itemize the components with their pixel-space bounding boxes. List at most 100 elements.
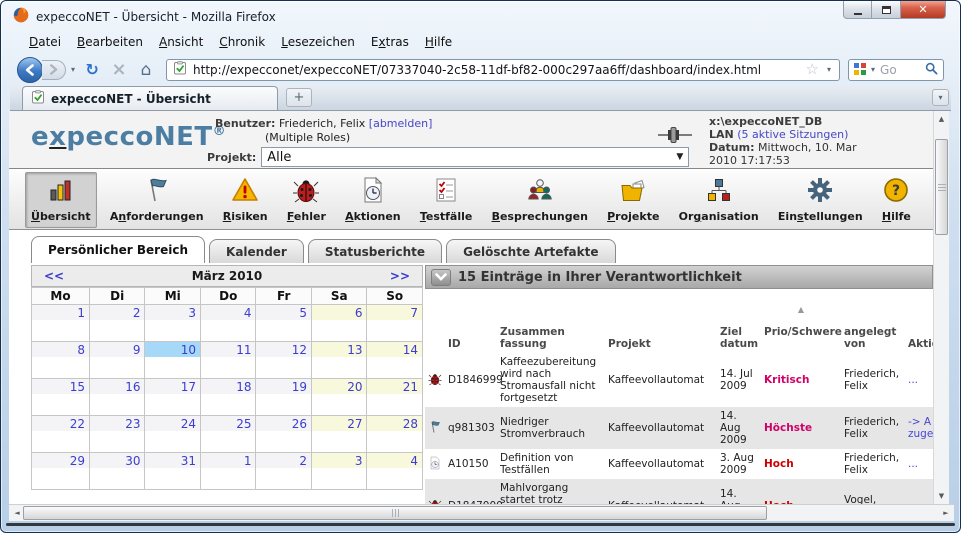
scroll-up-icon[interactable]: ▲ xyxy=(934,111,949,127)
column-due-date[interactable]: Ziel datum xyxy=(717,291,761,353)
calendar-day-cell[interactable]: 17 xyxy=(145,379,201,416)
vertical-scroll-thumb[interactable] xyxy=(935,139,948,235)
calendar-day-cell[interactable]: 28 xyxy=(367,416,423,453)
calendar-day-cell[interactable]: 22 xyxy=(32,416,90,453)
calendar-day-cell[interactable]: 8 xyxy=(32,342,90,379)
calendar-day-cell[interactable]: 14 xyxy=(367,342,423,379)
menu-chronik[interactable]: Chronik xyxy=(211,32,273,52)
calendar-day-cell[interactable]: 24 xyxy=(145,416,201,453)
maximize-button[interactable] xyxy=(872,1,900,19)
calendar-day-cell[interactable]: 11 xyxy=(200,342,256,379)
toolbar-aktionen[interactable]: Aktionen xyxy=(339,172,407,228)
home-icon[interactable]: ⌂ xyxy=(134,58,158,82)
reload-icon[interactable]: ↻ xyxy=(80,58,104,82)
entry-row[interactable]: D1846999Kaffeezubereitung wird nach Stro… xyxy=(425,353,933,407)
entry-row[interactable]: D1847000Mahlvorgang startet trotz versto… xyxy=(425,479,933,504)
calendar-day-cell[interactable]: 30 xyxy=(89,453,145,490)
horizontal-scroll-thumb[interactable] xyxy=(23,506,767,520)
calendar-day-cell[interactable]: 16 xyxy=(89,379,145,416)
column-created-by[interactable]: angelegt von xyxy=(841,291,905,353)
magnifier-icon[interactable] xyxy=(925,60,938,79)
entry-action-link[interactable]: -> A zuge xyxy=(905,407,933,449)
calendar-day-cell[interactable]: 25 xyxy=(200,416,256,453)
logout-link[interactable]: [abmelden] xyxy=(369,117,433,130)
calendar-day-cell[interactable]: 9 xyxy=(89,342,145,379)
toolbar-fehler[interactable]: Fehler xyxy=(281,172,332,228)
tab-geloeschte-artefakte[interactable]: Gelöschte Artefakte xyxy=(446,239,615,263)
calendar-day-cell[interactable]: 13 xyxy=(311,342,367,379)
menu-bearbeiten[interactable]: Bearbeiten xyxy=(69,32,151,52)
url-text[interactable]: http://expecconet/expeccoNET/07337040-2c… xyxy=(193,63,800,77)
sort-ascending-icon[interactable]: ▲ xyxy=(764,306,838,314)
toolbar-hilfe[interactable]: ? Hilfe xyxy=(876,172,917,228)
calendar-day-cell[interactable]: 10 xyxy=(145,342,201,379)
column-id[interactable]: ID xyxy=(445,291,497,353)
toolbar-uebersicht[interactable]: Übersicht xyxy=(25,172,97,228)
column-project[interactable]: Projekt xyxy=(605,291,717,353)
search-box[interactable]: ▾ Go xyxy=(848,59,944,81)
tab-kalender[interactable]: Kalender xyxy=(209,239,304,263)
title-bar[interactable]: expeccoNET - Übersicht - Mozilla Firefox xyxy=(13,4,800,29)
calendar-day-cell[interactable]: 18 xyxy=(200,379,256,416)
toolbar-testfaelle[interactable]: Testfälle xyxy=(414,172,479,228)
toolbar-einstellungen[interactable]: Einstellungen xyxy=(772,172,869,228)
new-tab-button[interactable]: + xyxy=(286,88,312,107)
close-button[interactable]: ✕ xyxy=(900,1,946,19)
tab-persoenlicher-bereich[interactable]: Persönlicher Bereich xyxy=(31,236,205,263)
url-dropdown-icon[interactable]: ▾ xyxy=(825,65,833,74)
calendar-day-cell[interactable]: 23 xyxy=(89,416,145,453)
toolbar-organisation[interactable]: Organisation xyxy=(673,172,765,228)
search-input[interactable]: Go xyxy=(880,63,922,77)
forward-button[interactable] xyxy=(42,60,66,80)
calendar-day-cell[interactable]: 4 xyxy=(367,453,423,490)
scroll-right-icon[interactable]: ► xyxy=(938,505,954,521)
scroll-down-icon[interactable]: ▼ xyxy=(934,488,949,504)
calendar-day-cell[interactable]: 31 xyxy=(145,453,201,490)
calendar-day-cell[interactable]: 7 xyxy=(367,305,423,342)
menu-hilfe[interactable]: Hilfe xyxy=(417,32,460,52)
minimize-button[interactable] xyxy=(843,1,872,19)
history-dropdown-icon[interactable]: ▾ xyxy=(69,65,77,74)
entry-row[interactable]: A10150Definition von TestfällenKaffeevol… xyxy=(425,449,933,479)
calendar-day-cell[interactable]: 5 xyxy=(256,305,312,342)
calendar-day-cell[interactable]: 2 xyxy=(89,305,145,342)
toolbar-projekte[interactable]: Projekte xyxy=(601,172,665,228)
calendar-day-cell[interactable]: 15 xyxy=(32,379,90,416)
tab-list-dropdown-icon[interactable]: ▾ xyxy=(932,89,949,106)
calendar-day-cell[interactable]: 3 xyxy=(311,453,367,490)
url-bar[interactable]: http://expecconet/expeccoNET/07337040-2c… xyxy=(166,59,840,81)
toolbar-risiken[interactable]: Risiken xyxy=(217,172,274,228)
lan-sessions[interactable]: (5 aktive Sitzungen) xyxy=(737,128,848,141)
toolbar-besprechungen[interactable]: Besprechungen xyxy=(486,172,594,228)
calendar-day-cell[interactable]: 19 xyxy=(256,379,312,416)
entry-action-link[interactable]: ... xyxy=(905,353,933,407)
calendar-next-link[interactable]: >> xyxy=(390,269,410,283)
column-priority[interactable]: ▲ Prio/Schwere xyxy=(761,291,841,353)
toolbar-anforderungen[interactable]: Anforderungen xyxy=(104,172,210,228)
menu-datei[interactable]: Datei xyxy=(21,32,69,52)
menu-lesezeichen[interactable]: Lesezeichen xyxy=(273,32,363,52)
entry-action-link[interactable]: ... xyxy=(905,479,933,504)
column-summary[interactable]: Zusammen fassung xyxy=(497,291,605,353)
calendar-day-cell[interactable]: 1 xyxy=(32,305,90,342)
calendar-day-cell[interactable]: 2 xyxy=(256,453,312,490)
entry-row[interactable]: q981303Niedriger StromverbrauchKaffeevol… xyxy=(425,407,933,449)
column-action[interactable]: Aktion xyxy=(905,291,933,353)
collapse-panel-button[interactable] xyxy=(431,269,451,286)
bookmark-star-icon[interactable]: ☆ xyxy=(806,62,819,77)
calendar-day-cell[interactable]: 29 xyxy=(32,453,90,490)
project-select[interactable]: Alle ▼ xyxy=(261,147,689,167)
calendar-day-cell[interactable]: 26 xyxy=(256,416,312,453)
calendar-day-cell[interactable]: 6 xyxy=(311,305,367,342)
stop-icon[interactable]: × xyxy=(107,58,131,82)
browser-tab[interactable]: expeccoNET - Übersicht xyxy=(22,86,278,110)
back-button[interactable] xyxy=(17,57,43,83)
menu-extras[interactable]: Extras xyxy=(363,32,417,52)
horizontal-scrollbar[interactable]: ◄ ► xyxy=(9,504,954,521)
calendar-day-cell[interactable]: 1 xyxy=(200,453,256,490)
calendar-day-cell[interactable]: 20 xyxy=(311,379,367,416)
calendar-prev-link[interactable]: << xyxy=(44,269,64,283)
calendar-day-cell[interactable]: 21 xyxy=(367,379,423,416)
calendar-day-cell[interactable]: 4 xyxy=(200,305,256,342)
vertical-scrollbar[interactable]: ▲ ▼ xyxy=(933,111,949,504)
